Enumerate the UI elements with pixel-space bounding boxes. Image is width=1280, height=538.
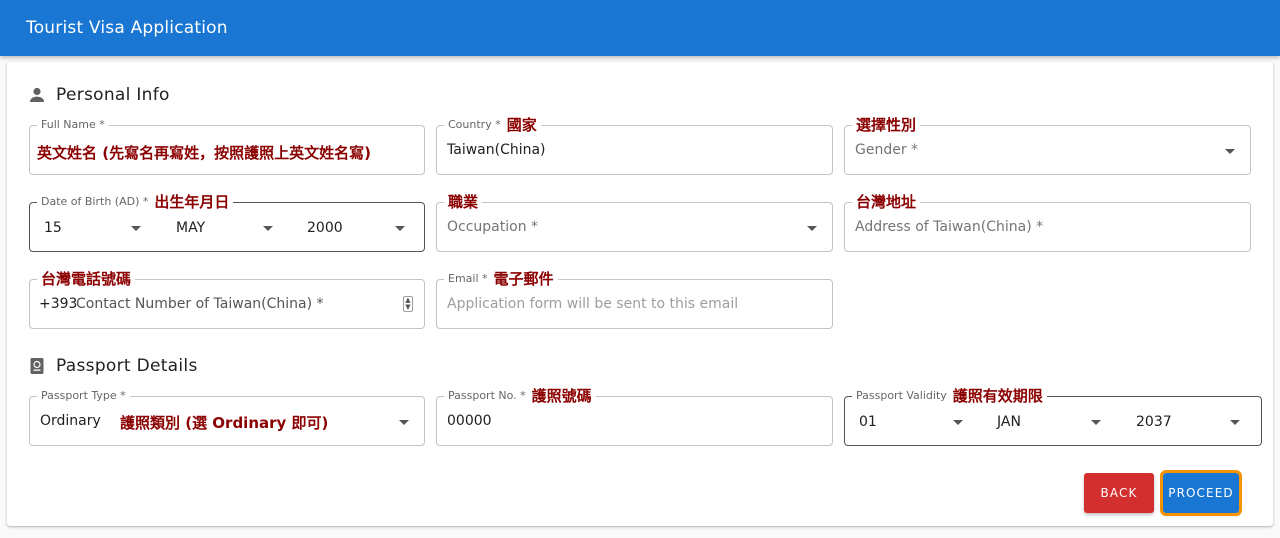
email-placeholder: Application form will be sent to this em…	[447, 296, 739, 312]
address-label: 台灣地址	[852, 194, 921, 210]
passport-icon	[28, 357, 46, 375]
validity-day-select[interactable]: 01	[859, 414, 877, 430]
chevron-down-icon	[807, 226, 817, 231]
occupation-label: 職業	[444, 194, 483, 210]
gender-select[interactable]: 選擇性別 Gender *	[844, 117, 1251, 175]
application-form-card: Personal Info Full Name * 英文姓名 (先寫名再寫姓，按…	[7, 62, 1273, 526]
passport-validity-label: Passport Validity 護照有效期限	[852, 388, 1047, 404]
country-note: 國家	[506, 116, 537, 134]
passport-type-note: 護照類別 (選 Ordinary 即可)	[120, 414, 329, 432]
passport-number-value: 00000	[447, 413, 492, 429]
chevron-down-icon	[399, 420, 409, 425]
email-note: 電子郵件	[493, 270, 554, 288]
passport-number-label: Passport No. * 護照號碼	[444, 388, 596, 404]
number-stepper-icon[interactable]: ▲ ▼	[403, 296, 413, 312]
app-bar: Tourist Visa Application	[0, 0, 1280, 56]
chevron-down-icon	[395, 226, 405, 231]
app-title: Tourist Visa Application	[26, 18, 228, 38]
phone-prefix: +393	[39, 296, 78, 312]
address-field[interactable]: 台灣地址 Address of Taiwan(China) *	[844, 194, 1251, 252]
passport-details-heading: Passport Details	[28, 356, 198, 376]
chevron-down-icon	[1091, 420, 1101, 425]
chevron-down-icon	[263, 226, 273, 231]
validity-year-select[interactable]: 2037	[1136, 414, 1172, 430]
email-label: Email * 電子郵件	[444, 271, 558, 287]
full-name-value: 英文姓名 (先寫名再寫姓，按照護照上英文姓名寫)	[37, 144, 371, 162]
passport-validity-note: 護照有效期限	[952, 387, 1043, 405]
passport-type-label: Passport Type *	[37, 388, 130, 404]
phone-label: 台灣電話號碼	[37, 271, 136, 287]
phone-field[interactable]: 台灣電話號碼 +393 Contact Number of Taiwan(Chi…	[29, 271, 425, 329]
chevron-down-icon	[1230, 420, 1240, 425]
person-icon	[28, 86, 46, 104]
full-name-label: Full Name *	[37, 117, 109, 133]
passport-validity-field[interactable]: Passport Validity 護照有效期限 01 JAN 2037	[844, 388, 1262, 446]
full-name-field[interactable]: Full Name * 英文姓名 (先寫名再寫姓，按照護照上英文姓名寫)	[29, 117, 425, 175]
dob-note: 出生年月日	[154, 193, 230, 211]
passport-type-value: Ordinary	[40, 413, 101, 429]
address-placeholder: Address of Taiwan(China) *	[855, 219, 1044, 235]
chevron-down-icon	[1225, 149, 1235, 154]
chevron-down-icon	[131, 226, 141, 231]
dob-month-select[interactable]: MAY	[176, 220, 205, 236]
dob-year-select[interactable]: 2000	[307, 220, 343, 236]
email-field[interactable]: Email * 電子郵件 Application form will be se…	[436, 271, 833, 329]
country-field[interactable]: Country * 國家 Taiwan(China)	[436, 117, 833, 175]
occupation-select[interactable]: 職業 Occupation *	[436, 194, 833, 252]
personal-info-heading: Personal Info	[28, 85, 170, 105]
gender-label: 選擇性別	[852, 117, 921, 133]
passport-details-title: Passport Details	[56, 356, 198, 376]
proceed-button[interactable]: PROCEED	[1160, 470, 1242, 516]
passport-number-field[interactable]: Passport No. * 護照號碼 00000	[436, 388, 833, 446]
personal-info-title: Personal Info	[56, 85, 170, 105]
phone-placeholder: Contact Number of Taiwan(China) *	[76, 296, 324, 312]
validity-month-select[interactable]: JAN	[997, 414, 1021, 430]
passport-type-select[interactable]: Passport Type * Ordinary 護照類別 (選 Ordinar…	[29, 388, 425, 446]
country-label: Country * 國家	[444, 117, 541, 133]
occupation-placeholder: Occupation *	[447, 219, 539, 235]
date-of-birth-field[interactable]: Date of Birth (AD) * 出生年月日 15 MAY 2000	[29, 194, 425, 252]
dob-day-select[interactable]: 15	[44, 220, 62, 236]
dob-label: Date of Birth (AD) * 出生年月日	[37, 193, 234, 211]
chevron-down-icon	[953, 420, 963, 425]
gender-placeholder: Gender *	[855, 142, 919, 158]
back-button[interactable]: BACK	[1084, 473, 1154, 513]
passport-number-note: 護照號碼	[531, 387, 592, 405]
country-value: Taiwan(China)	[447, 142, 546, 158]
